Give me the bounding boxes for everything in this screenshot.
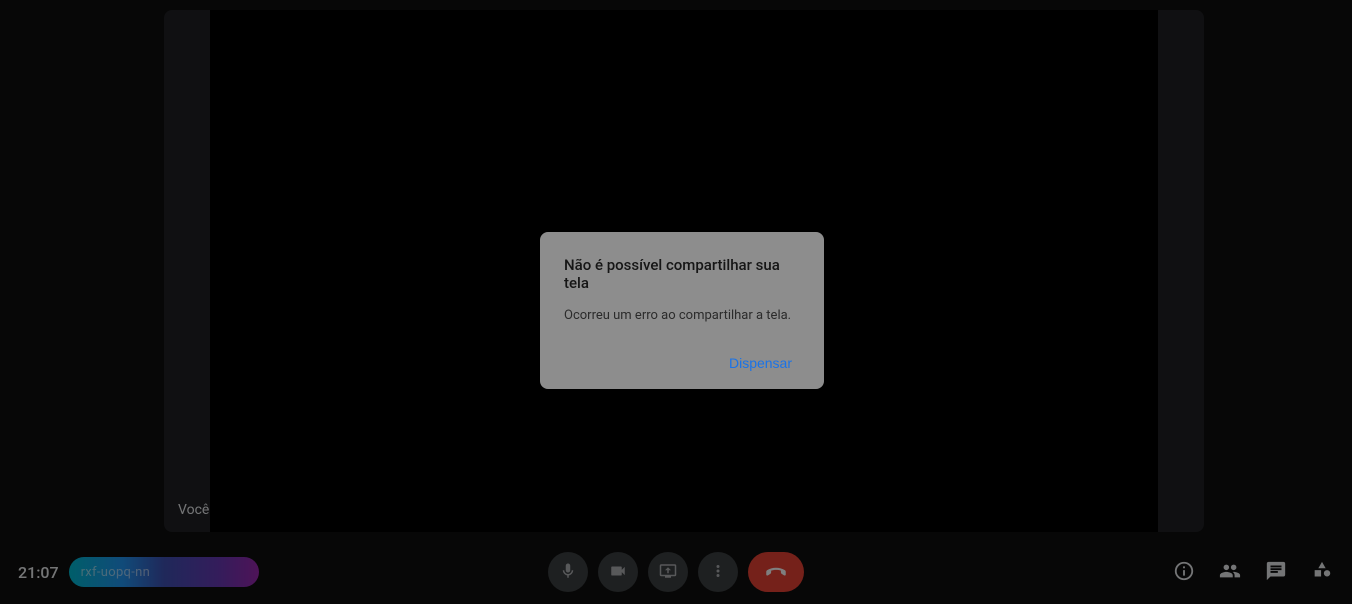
screen-share-error-dialog: Não é possível compartilhar sua tela Oco… — [540, 232, 824, 389]
dialog-body: Ocorreu um erro ao compartilhar a tela. — [564, 308, 800, 323]
dialog-actions: Dispensar — [564, 347, 800, 379]
dialog-title: Não é possível compartilhar sua tela — [564, 256, 800, 292]
dismiss-button[interactable]: Dispensar — [721, 347, 800, 379]
